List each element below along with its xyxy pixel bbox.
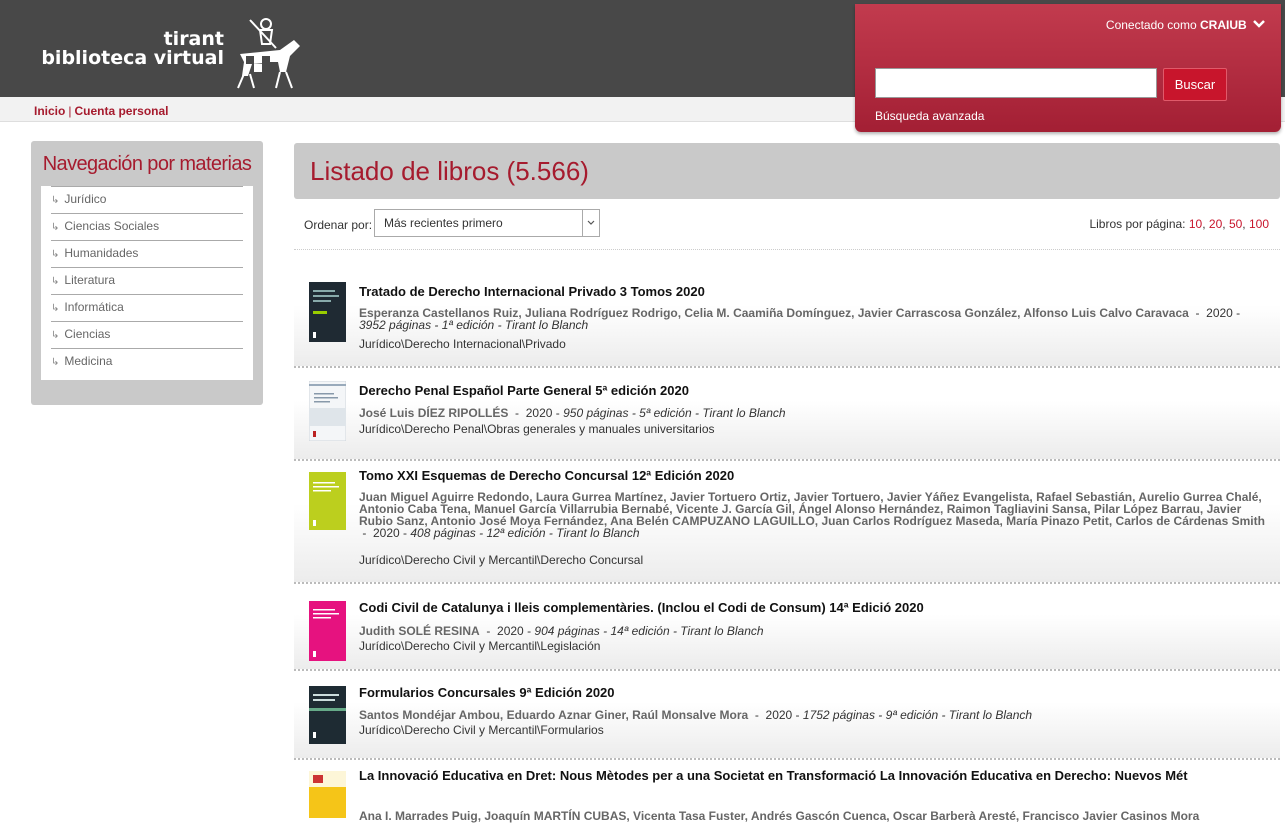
book-category: Jurídico\Derecho Penal\Obras generales y… bbox=[359, 422, 715, 436]
book-category: Jurídico\Derecho Civil y Mercantil\Derec… bbox=[359, 553, 644, 567]
book-edition: 12ª edición bbox=[486, 526, 546, 540]
sidebar-item-juridico[interactable]: ↳ Jurídico bbox=[51, 186, 243, 213]
book-authors: Ana I. Marrades Puig, Joaquín MARTÍN CUB… bbox=[359, 809, 1200, 823]
sidebar-item-informatica[interactable]: ↳ Informática bbox=[51, 294, 243, 321]
book-meta: Ana I. Marrades Puig, Joaquín MARTÍN CUB… bbox=[359, 810, 1270, 822]
book-authors: Juan Miguel Aguirre Redondo, Laura Gurre… bbox=[359, 490, 1265, 528]
arrow-return-icon: ↳ bbox=[51, 276, 60, 287]
sidebar-item-humanidades[interactable]: ↳ Humanidades bbox=[51, 240, 243, 267]
chevron-down-icon[interactable] bbox=[1253, 18, 1265, 32]
book-title[interactable]: Tomo XXI Esquemas de Derecho Concursal 1… bbox=[359, 468, 734, 483]
arrow-return-icon: ↳ bbox=[51, 249, 60, 260]
book-title[interactable]: Derecho Penal Español Parte General 5ª e… bbox=[359, 383, 689, 398]
book-category: Jurídico\Derecho Civil y Mercantil\Formu… bbox=[359, 723, 604, 737]
book-meta: Judith SOLÉ RESINA - 2020 - 904 páginas … bbox=[359, 624, 764, 638]
book-publisher: Tirant lo Blanch bbox=[504, 318, 589, 332]
book-authors: Judith SOLÉ RESINA bbox=[359, 624, 480, 638]
search-input[interactable] bbox=[875, 68, 1157, 98]
book-category: Jurídico\Derecho Civil y Mercantil\Legis… bbox=[359, 639, 601, 653]
book-item: Derecho Penal Español Parte General 5ª e… bbox=[294, 369, 1280, 461]
sidebar-title: Navegación por materias bbox=[42, 153, 252, 175]
list-header: Listado de libros (5.566) bbox=[294, 143, 1280, 199]
subject-list: ↳ Jurídico ↳ Ciencias Sociales ↳ Humanidade… bbox=[41, 186, 253, 380]
book-pages: 408 páginas bbox=[410, 526, 476, 540]
sort-select[interactable]: Más recientes primero bbox=[374, 209, 600, 237]
book-cover[interactable] bbox=[309, 381, 346, 441]
book-pages: 904 páginas bbox=[534, 624, 600, 638]
book-cover[interactable] bbox=[309, 771, 346, 818]
arrow-return-icon: ↳ bbox=[51, 357, 60, 368]
sidebar-item-ciencias-sociales[interactable]: ↳ Ciencias Sociales bbox=[51, 213, 243, 240]
per-page-20[interactable]: 20 bbox=[1209, 217, 1222, 231]
subject-navigation: Navegación por materias ↳ Jurídico ↳ Cienc… bbox=[31, 141, 263, 405]
chevron-down-icon[interactable] bbox=[582, 210, 599, 236]
book-item: Tomo XXI Esquemas de Derecho Concursal 1… bbox=[294, 462, 1280, 584]
sidebar-item-literatura[interactable]: ↳ Literatura bbox=[51, 267, 243, 294]
book-edition: 5ª edición bbox=[639, 406, 692, 420]
user-prefix: Conectado como bbox=[1105, 18, 1197, 32]
book-edition: 14ª edición bbox=[610, 624, 670, 638]
book-meta: Esperanza Castellanos Ruiz, Juliana Rodr… bbox=[359, 306, 1241, 332]
arrow-return-icon: ↳ bbox=[51, 330, 60, 341]
book-meta: Juan Miguel Aguirre Redondo, Laura Gurre… bbox=[359, 490, 1265, 540]
book-meta: Santos Mondéjar Ambou, Eduardo Aznar Gin… bbox=[359, 708, 1033, 722]
user-menu[interactable]: Conectado como CRAIUB bbox=[1106, 18, 1265, 32]
site-logo[interactable]: tirant biblioteca virtual bbox=[34, 14, 324, 92]
book-edition: 1ª edición bbox=[441, 318, 495, 332]
sidebar-item-ciencias[interactable]: ↳ Ciencias bbox=[51, 321, 243, 348]
book-year: 2020 bbox=[525, 406, 553, 420]
knight-horse-icon bbox=[237, 18, 300, 89]
breadcrumb: Inicio | Cuenta personal bbox=[34, 104, 169, 118]
per-page-selector: Libros por página: 10, 20, 50, 100 bbox=[1089, 217, 1269, 231]
search-panel: Conectado como CRAIUB Buscar Búsqueda av… bbox=[855, 4, 1281, 132]
arrow-return-icon: ↳ bbox=[51, 303, 60, 314]
book-item: Formularios Concursales 9ª Edición 2020 … bbox=[294, 672, 1280, 760]
breadcrumb-home-link[interactable]: Inicio bbox=[34, 104, 65, 118]
per-page-100[interactable]: 100 bbox=[1249, 217, 1269, 231]
per-page-label: Libros por página: bbox=[1089, 217, 1186, 231]
book-year: 2020 bbox=[497, 624, 524, 638]
book-item: Tratado de Derecho Internacional Privado… bbox=[294, 272, 1280, 368]
book-year: 2020 bbox=[765, 708, 793, 722]
book-pages: 1752 páginas bbox=[802, 708, 875, 722]
book-cover[interactable] bbox=[309, 472, 346, 530]
page-title: Listado de libros (5.566) bbox=[310, 156, 589, 186]
divider bbox=[294, 249, 1280, 250]
arrow-return-icon: ↳ bbox=[51, 222, 60, 233]
sort-label: Ordenar por: bbox=[304, 218, 373, 232]
per-page-10[interactable]: 10 bbox=[1189, 217, 1202, 231]
book-title[interactable]: Tratado de Derecho Internacional Privado… bbox=[359, 284, 705, 299]
arrow-return-icon: ↳ bbox=[51, 195, 60, 206]
book-publisher: Tirant lo Blanch bbox=[702, 406, 786, 420]
user-name: CRAIUB bbox=[1199, 18, 1247, 32]
advanced-search-link[interactable]: Búsqueda avanzada bbox=[875, 109, 984, 123]
sort-selected-value: Más recientes primero bbox=[384, 216, 503, 230]
book-publisher: Tirant lo Blanch bbox=[680, 624, 764, 638]
book-cover[interactable] bbox=[309, 282, 346, 342]
book-item: Codi Civil de Catalunya i lleis compleme… bbox=[294, 585, 1280, 671]
book-title[interactable]: La Innovació Educativa en Dret: Nous Mèt… bbox=[359, 768, 1250, 784]
per-page-50[interactable]: 50 bbox=[1229, 217, 1242, 231]
book-year: 2020 bbox=[373, 526, 400, 540]
book-year: 2020 bbox=[1206, 306, 1233, 320]
breadcrumb-account-link[interactable]: Cuenta personal bbox=[74, 104, 168, 118]
logo-line-2: biblioteca virtual bbox=[41, 47, 224, 69]
book-title[interactable]: Formularios Concursales 9ª Edición 2020 bbox=[359, 685, 615, 700]
book-title[interactable]: Codi Civil de Catalunya i lleis compleme… bbox=[359, 600, 924, 615]
book-cover[interactable] bbox=[309, 686, 346, 744]
book-publisher: Tirant lo Blanch bbox=[948, 708, 1033, 722]
book-pages: 950 páginas bbox=[563, 406, 629, 420]
search-button[interactable]: Buscar bbox=[1163, 68, 1227, 101]
book-edition: 9ª edición bbox=[885, 708, 939, 722]
book-publisher: Tirant lo Blanch bbox=[556, 526, 640, 540]
sidebar-item-medicina[interactable]: ↳ Medicina bbox=[51, 348, 243, 375]
book-item: La Innovació Educativa en Dret: Nous Mèt… bbox=[294, 761, 1280, 822]
book-authors: José Luis DÍEZ RIPOLLÉS bbox=[359, 406, 509, 420]
breadcrumb-separator: | bbox=[68, 104, 72, 118]
book-meta: José Luis DÍEZ RIPOLLÉS - 2020 - 950 pág… bbox=[359, 406, 786, 420]
book-category: Jurídico\Derecho Internacional\Privado bbox=[359, 337, 566, 351]
book-cover[interactable] bbox=[309, 601, 346, 661]
book-authors: Santos Mondéjar Ambou, Eduardo Aznar Gin… bbox=[359, 708, 749, 722]
book-pages: 3952 páginas bbox=[359, 318, 432, 332]
